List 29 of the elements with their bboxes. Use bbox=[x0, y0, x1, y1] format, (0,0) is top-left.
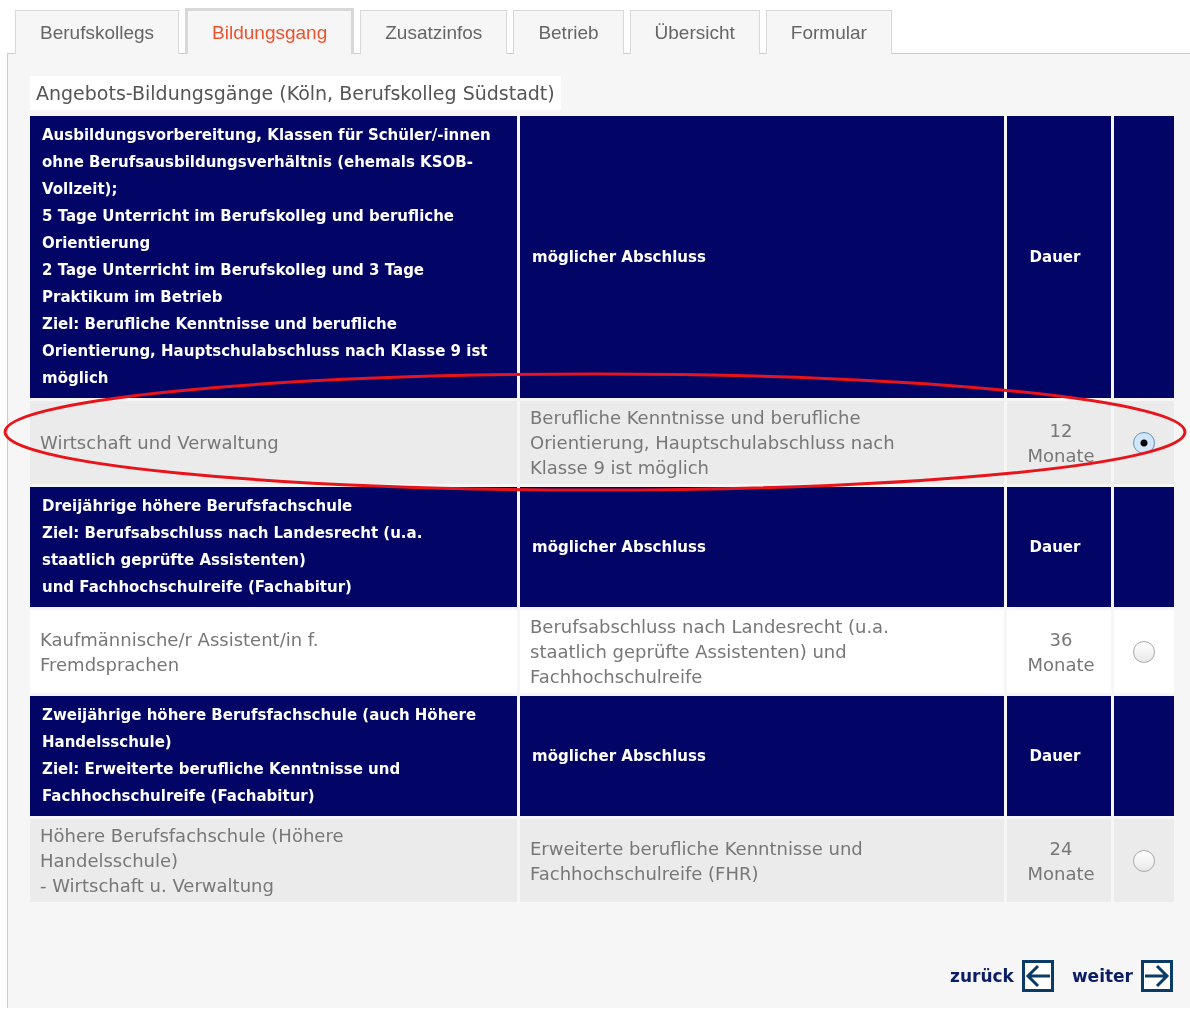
radio-button[interactable] bbox=[1133, 849, 1155, 872]
column-header: Dauer bbox=[1007, 696, 1111, 816]
tab[interactable]: Berufskollegs bbox=[15, 10, 180, 54]
group-header: Ausbildungsvorbereitung, Klassen für Schüler/-innen ohne Berufsausbildungsverhältnis (ehemals KSOB-Vollzeit); 5 Tage Unterricht im Berufskolleg und berufliche Orientierung 2 Tage Unterricht im Berufskolleg und 3 Tage Praktikum im Betrieb Ziel: Berufliche Kenntnisse und berufliche Orientierung, Hauptschulabschluss nach Klasse 9 ist möglich bbox=[30, 116, 517, 398]
group-header: Zweijährige höhere Berufsfachschule (auch Höhere Handelsschule) Ziel: Erweiterte berufliche Kenntnisse und Fachhochschulreife (Fachabitur) bbox=[30, 696, 517, 816]
tab[interactable]: Bildungsgang bbox=[185, 8, 355, 54]
table-cell: Berufsabschluss nach Landesrecht (u.a. staatlich geprüfte Assistenten) und Fachhochschulreife bbox=[520, 610, 1004, 693]
tab[interactable]: Formular bbox=[765, 10, 892, 54]
tab[interactable]: Zusatzinfos bbox=[360, 10, 508, 54]
column-header: möglicher Abschluss bbox=[520, 696, 1004, 816]
column-header: möglicher Abschluss bbox=[520, 116, 1004, 398]
table-cell: 24 Monate bbox=[1007, 819, 1111, 902]
next-link[interactable]: weiter bbox=[1071, 960, 1173, 992]
tab[interactable]: Übersicht bbox=[629, 10, 760, 54]
back-link[interactable]: zurück bbox=[950, 960, 1054, 992]
table-cell: Erweiterte berufliche Kenntnisse und Fachhochschulreife (FHR) bbox=[520, 819, 1004, 902]
column-header: möglicher Abschluss bbox=[520, 487, 1004, 607]
section-heading: Angebots-Bildungsgänge (Köln, Berufskolleg Südstadt) bbox=[30, 76, 561, 110]
column-header: Dauer bbox=[1007, 116, 1111, 398]
column-header: Dauer bbox=[1007, 487, 1111, 607]
radio-button[interactable] bbox=[1133, 640, 1155, 663]
table-cell: Höhere Berufsfachschule (Höhere Handelsschule) - Wirtschaft u. Verwaltung bbox=[30, 819, 517, 902]
group-header: Dreijährige höhere Berufsfachschule Ziel: Berufsabschluss nach Landesrecht (u.a. staatlich geprüfte Assistenten) und Fachhochschulreife (Fachabitur) bbox=[30, 487, 517, 607]
table-cell: 12 Monate bbox=[1007, 401, 1111, 484]
tab[interactable]: Betrieb bbox=[513, 10, 624, 54]
table-cell: Berufliche Kenntnisse und berufliche Orientierung, Hauptschulabschluss nach Klasse 9 ist möglich bbox=[520, 401, 1004, 484]
table-cell: Kaufmännische/r Assistent/in f. Fremdsprachen bbox=[30, 610, 517, 693]
table-cell: 36 Monate bbox=[1007, 610, 1111, 693]
radio-button[interactable] bbox=[1133, 431, 1155, 454]
